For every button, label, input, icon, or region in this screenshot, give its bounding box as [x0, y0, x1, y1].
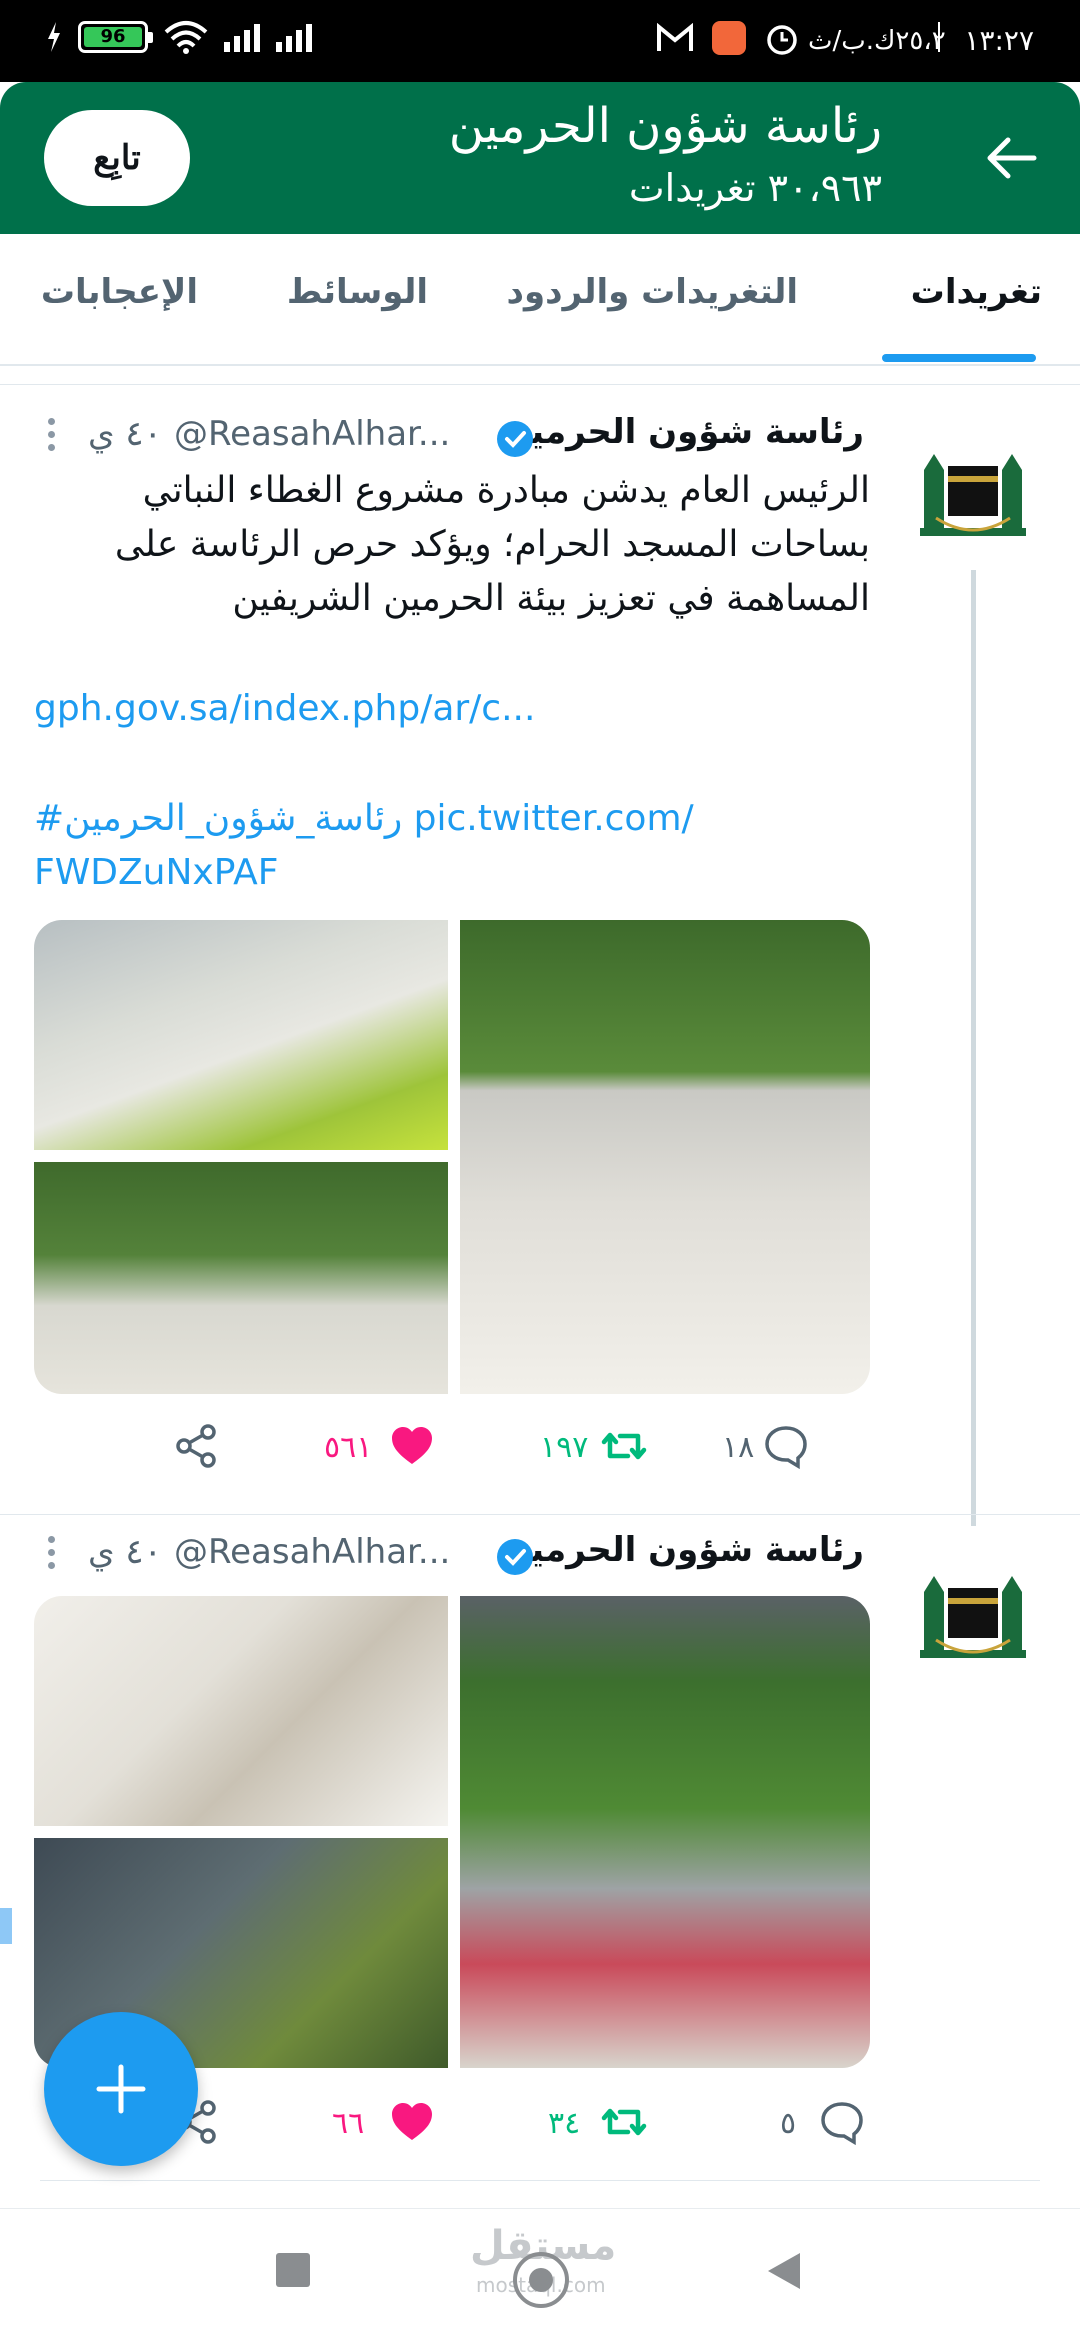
tweet-text: الرئيس العام يدشن مبادرة مشروع الغطاء ال… [114, 470, 870, 619]
status-bar: 96 ٢٥،٢ك.ب/ث ١٣:٢٧ [0, 0, 1080, 82]
tweet-pic-link[interactable]: FWDZuNxPAF [34, 852, 278, 893]
plus-icon [96, 2064, 146, 2114]
avatar[interactable] [916, 432, 1030, 546]
divider [0, 1514, 1080, 1515]
tweet-time: ٤٠ ي [88, 414, 162, 454]
tweet-link[interactable]: gph.gov.sa/index.php/ar/c... [34, 688, 535, 729]
retweet-count: ٣٤ [548, 2106, 581, 2141]
notification-icons [656, 20, 800, 56]
media-photo[interactable] [34, 1162, 448, 1394]
network-speed: ٢٥،٢ك.ب/ث [808, 26, 946, 56]
tab-likes[interactable]: الإعجابات [41, 272, 198, 312]
media-photo[interactable] [34, 920, 448, 1150]
media-photo[interactable] [460, 1596, 870, 2068]
heart-icon [392, 1427, 432, 1464]
reply-button[interactable] [818, 2098, 866, 2146]
recents-button[interactable] [276, 2253, 310, 2287]
status-icons: 96 [46, 20, 312, 54]
signal-icon-2 [276, 22, 312, 52]
retweet-icon [601, 2108, 647, 2136]
retweet-button[interactable] [600, 1422, 648, 1470]
battery-level: 96 [84, 27, 142, 47]
compose-tweet-button[interactable] [44, 2012, 198, 2166]
follow-button[interactable]: تابِع [44, 110, 190, 206]
like-button[interactable] [388, 1422, 436, 1470]
share-button[interactable] [172, 1422, 220, 1470]
avatar[interactable] [916, 1554, 1030, 1668]
battery-icon: 96 [78, 21, 153, 53]
tweet[interactable]: رئاسة شؤون الحرمين @ReasahAlhar... ٤٠ ي … [0, 382, 1080, 1526]
divider [0, 384, 1080, 385]
divider [0, 364, 1080, 365]
verified-badge-icon [497, 421, 533, 457]
reply-icon [821, 2102, 863, 2146]
like-count: ٥٦١ [324, 1430, 373, 1465]
active-tab-indicator [882, 354, 1036, 362]
retweet-count: ١٩٧ [540, 1430, 589, 1465]
like-button[interactable] [388, 2098, 436, 2146]
edge-handle[interactable] [0, 1908, 12, 1944]
app-notification-icon [712, 21, 746, 55]
profile-header: رئاسة شؤون الحرمين ٣٠،٩٦٣ تغريدات تابِع [0, 82, 1080, 234]
more-options-icon[interactable] [48, 418, 60, 457]
tab-tweets[interactable]: تغريدات [911, 272, 1042, 312]
tab-tweets-replies[interactable]: التغريدات والردود [507, 272, 798, 312]
system-nav-bar: مستقل mostaql.com [0, 2208, 1080, 2340]
clock: ١٣:٢٧ [964, 24, 1034, 57]
divider [40, 2180, 1040, 2181]
alarm-icon [767, 25, 797, 55]
reply-icon [765, 1426, 807, 1470]
home-button[interactable] [510, 2249, 572, 2311]
author-name[interactable]: رئاسة شؤون الحرمين [501, 412, 864, 452]
kaaba-logo-icon [916, 432, 1030, 546]
gmail-icon [657, 23, 693, 51]
heart-icon [392, 2103, 432, 2140]
tweet-media-grid[interactable] [34, 1596, 870, 2068]
media-photo[interactable] [34, 1596, 448, 1826]
retweet-button[interactable] [600, 2098, 648, 2146]
tweet-time: ٤٠ ي [88, 1532, 162, 1572]
profile-title: رئاسة شؤون الحرمين [448, 98, 882, 154]
verified-badge-icon [497, 1539, 533, 1575]
reply-count: ١٨ [722, 1430, 755, 1465]
profile-tabs: تغريدات التغريدات والردود الوسائط الإعجا… [0, 234, 1080, 366]
share-icon [176, 1424, 216, 1468]
media-photo[interactable] [460, 920, 870, 1394]
thread-line [971, 570, 976, 1526]
back-button[interactable] [764, 2249, 804, 2293]
like-count: ٦٦ [332, 2106, 365, 2141]
tab-media[interactable]: الوسائط [287, 272, 428, 312]
tweet-count: ٣٠،٩٦٣ تغريدات [628, 166, 882, 210]
author-name[interactable]: رئاسة شؤون الحرمين [501, 1530, 864, 1570]
more-options-icon[interactable] [48, 1536, 60, 1575]
author-handle[interactable]: @ReasahAlhar... [174, 414, 450, 454]
tweet-hashtag-line[interactable]: #رئاسة_شؤون_الحرمين pic.twitter.com/ [34, 798, 734, 839]
back-arrow-icon[interactable] [984, 130, 1040, 186]
signal-icon [224, 22, 260, 52]
retweet-icon [601, 1432, 647, 1460]
kaaba-logo-icon [916, 1554, 1030, 1668]
author-handle[interactable]: @ReasahAlhar... [174, 1532, 450, 1572]
tweet-media-grid[interactable] [34, 920, 870, 1394]
wifi-icon [164, 21, 208, 54]
charging-icon [48, 22, 60, 52]
reply-count: ٥ [780, 2106, 797, 2141]
status-separator [938, 22, 940, 52]
reply-button[interactable] [762, 1422, 810, 1470]
